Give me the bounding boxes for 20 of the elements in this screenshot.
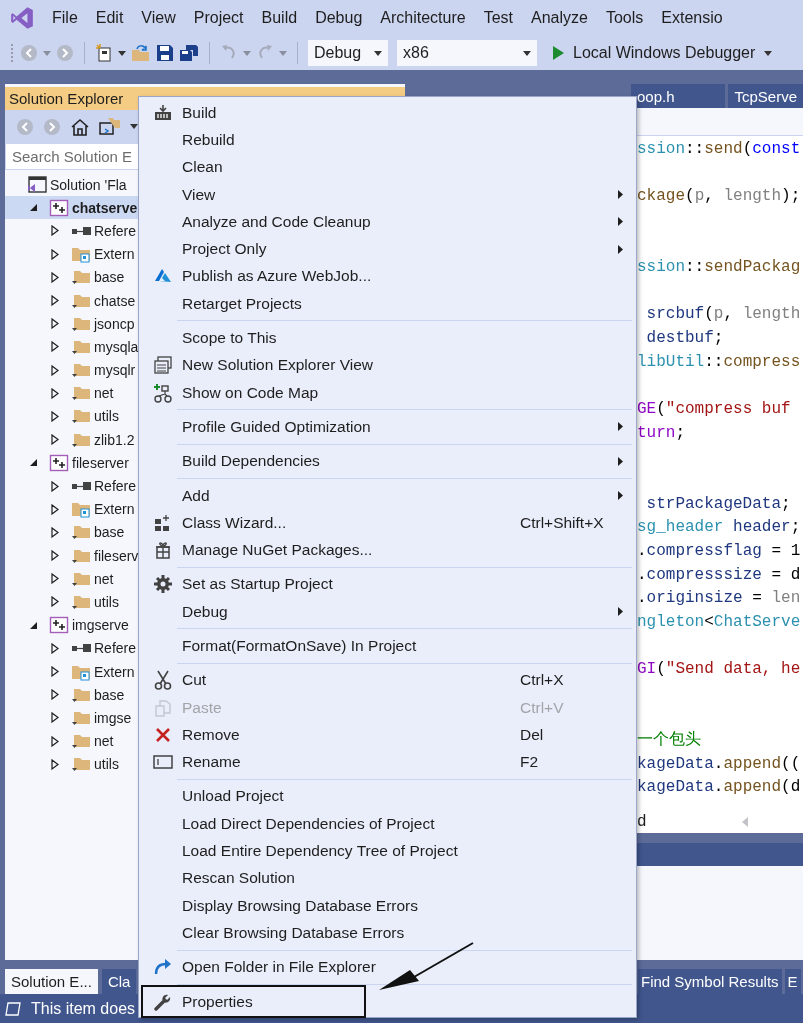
code-line: GI("Send data, he bbox=[637, 659, 802, 681]
code-line: GE("compress buf bbox=[637, 399, 792, 421]
status-text: This item does bbox=[31, 999, 136, 1018]
code-line: destbuf; bbox=[645, 328, 725, 350]
code-line: ngleton<ChatServe bbox=[637, 611, 802, 633]
code-line: .compressflag = 1 bbox=[637, 540, 802, 562]
code-line: kageData.append(( bbox=[637, 753, 802, 775]
code-line: .originsize = len bbox=[637, 588, 802, 610]
code-line: srcbuf(p, length bbox=[645, 304, 802, 326]
code-line: strPackageData; bbox=[645, 493, 792, 515]
code-line: ssion::sendPackag bbox=[637, 257, 802, 279]
code-line: 一个包头 bbox=[637, 730, 702, 751]
code-line: turn; bbox=[637, 422, 686, 444]
code-line: sg_header header; bbox=[637, 517, 802, 539]
code-line: kageData.append(d bbox=[637, 777, 802, 799]
code-line: ssion::send(const bbox=[637, 139, 802, 160]
zoom-text: d bbox=[637, 812, 648, 831]
code-line: ckage(p, length); bbox=[637, 186, 802, 208]
code-line: libUtil::compress bbox=[637, 351, 802, 373]
code-line: .compresssize = d bbox=[637, 564, 802, 586]
